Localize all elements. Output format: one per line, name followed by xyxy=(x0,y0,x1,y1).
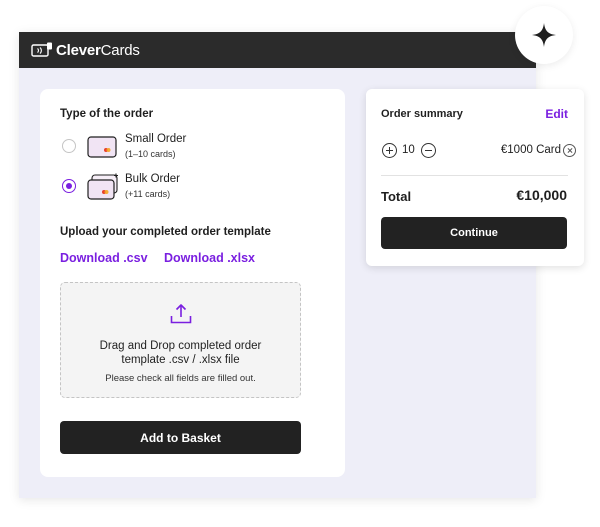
order-option-bulk[interactable]: Bulk Order (+11 cards) xyxy=(60,171,320,201)
dropzone-line1: Drag and Drop completed order xyxy=(99,340,262,352)
add-to-basket-button[interactable]: Add to Basket xyxy=(60,421,301,454)
order-type-title: Type of the order xyxy=(60,108,154,120)
dropzone-text: Drag and Drop completed order template .… xyxy=(61,339,300,367)
radio-bulk-order[interactable] xyxy=(62,179,76,193)
quantity-row: 10 €1000 Card xyxy=(381,142,576,160)
order-summary-card: Order summary Edit 10 €1000 Card Total €… xyxy=(366,89,584,266)
total-label: Total xyxy=(381,189,412,204)
decrease-quantity-button[interactable] xyxy=(421,143,436,158)
summary-title: Order summary xyxy=(381,108,463,120)
continue-button[interactable]: Continue xyxy=(381,217,567,249)
download-xlsx-link[interactable]: Download .xlsx xyxy=(164,251,255,265)
file-dropzone[interactable]: Drag and Drop completed order template .… xyxy=(60,282,301,398)
dropzone-hint: Please check all fields are filled out. xyxy=(105,373,256,384)
upload-icon xyxy=(170,304,192,324)
remove-item-icon[interactable] xyxy=(563,144,576,157)
dropzone-line2: template .csv / .xlsx file xyxy=(121,354,240,366)
radio-small-order[interactable] xyxy=(62,139,76,153)
card-reader-logo-icon xyxy=(31,42,52,57)
line-item-label: €1000 Card xyxy=(500,144,561,156)
stacked-cards-icon xyxy=(87,173,118,200)
small-order-sub: (1–10 cards) xyxy=(125,149,176,159)
download-csv-link[interactable]: Download .csv xyxy=(60,251,148,265)
sparkle-icon xyxy=(532,23,556,47)
edit-link[interactable]: Edit xyxy=(545,107,568,121)
titlebar: CleverCards xyxy=(19,32,536,68)
quantity-value: 10 xyxy=(402,144,415,156)
single-card-icon xyxy=(87,136,117,158)
order-form-card: Type of the order Small Order (1–10 card… xyxy=(40,89,345,477)
bulk-order-sub: (+11 cards) xyxy=(125,189,171,199)
increase-quantity-button[interactable] xyxy=(382,143,397,158)
canvas: CleverCards Type of the order Small Orde… xyxy=(0,0,600,527)
order-option-small[interactable]: Small Order (1–10 cards) xyxy=(60,131,320,161)
small-order-label: Small Order xyxy=(125,133,187,145)
upload-title: Upload your completed order template xyxy=(60,226,271,238)
brand-name: CleverCards xyxy=(56,41,140,59)
summary-divider xyxy=(381,175,568,176)
total-value: €10,000 xyxy=(516,187,567,203)
bulk-order-label: Bulk Order xyxy=(125,173,180,185)
sparkle-badge xyxy=(515,6,573,64)
app-logo: CleverCards xyxy=(31,42,140,59)
